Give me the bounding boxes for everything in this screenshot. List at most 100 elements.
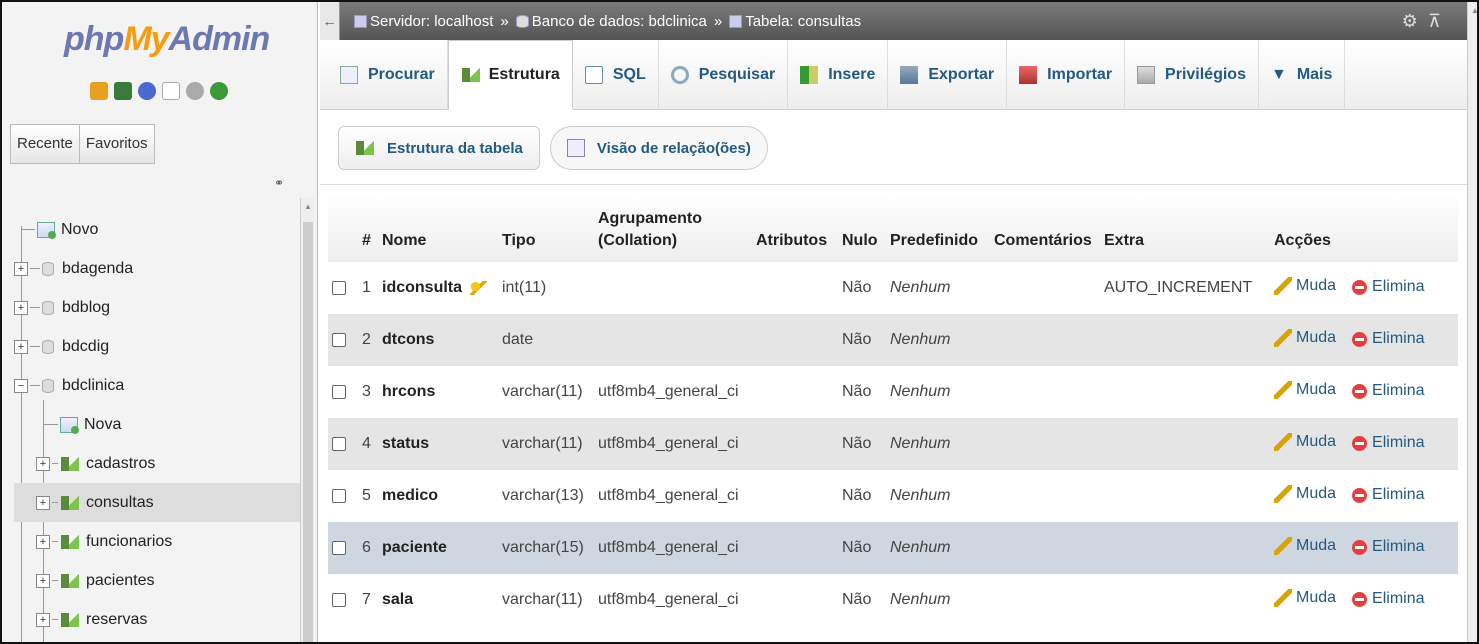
delete-action[interactable]: Elimina [1352,538,1425,556]
field-name[interactable]: status [378,418,498,470]
reload-icon[interactable] [210,82,228,100]
delete-action[interactable]: Elimina [1352,590,1425,608]
phpmyadmin-logo[interactable]: phpMyAdmin [64,20,270,59]
table-structure-button[interactable]: Estrutura da tabela [338,126,540,170]
database-icon [42,261,54,276]
home-icon[interactable] [90,82,108,100]
nav-scrollbar[interactable]: ▲ [300,198,314,642]
tab-estrutura[interactable]: Estrutura [447,40,573,110]
collapse-icon[interactable]: − [14,378,28,393]
field-attributes [752,522,838,574]
relation-view-button[interactable]: Visão de relação(ões) [549,126,768,170]
tree-item-new[interactable]: Novo [14,210,300,249]
link-icon[interactable]: ⚭ [274,176,284,190]
edit-action[interactable]: Muda [1274,380,1336,399]
expand-icon[interactable]: + [14,300,28,315]
tree-item-table[interactable]: + funcionarios [14,522,300,561]
field-name[interactable]: dtcons [378,314,498,366]
row-checkbox[interactable] [332,384,346,399]
tab-importar[interactable]: Importar [1007,40,1126,110]
field-type: varchar(11) [498,418,594,470]
field-null: Não [842,279,872,296]
field-name[interactable]: medico [378,470,498,522]
delete-icon [1352,435,1368,451]
edit-action[interactable]: Muda [1274,484,1336,503]
docs-icon[interactable] [162,82,180,100]
tree-item-db[interactable]: − bdclinica [14,366,300,405]
expand-icon[interactable]: + [36,456,50,471]
field-default: Nenhum [890,487,951,504]
edit-action[interactable]: Muda [1274,588,1336,607]
table-header-row: # Nome Tipo Agrupamento (Collation) Atri… [328,192,1458,262]
field-extra: AUTO_INCREMENT [1104,279,1253,296]
tree-item-db[interactable]: + bdcdig [14,327,300,366]
table-icon [729,14,743,28]
tree-item-db[interactable]: + bdblog [14,288,300,327]
recent-tab[interactable]: Recente [10,124,80,164]
row-checkbox[interactable] [332,592,346,607]
expand-icon[interactable]: + [36,495,50,510]
table-tabs: Procurar Estrutura SQL Pesquisar Insere … [320,40,1477,110]
edit-action[interactable]: Muda [1274,276,1336,295]
minimize-icon[interactable]: ⊼ [1428,11,1451,31]
collapse-nav-button[interactable]: ← [320,2,340,40]
delete-action[interactable]: Elimina [1352,330,1425,348]
row-checkbox[interactable] [332,436,346,451]
sql-icon [584,66,603,84]
row-checkbox[interactable] [332,488,346,503]
expand-icon[interactable]: + [36,612,50,627]
delete-action[interactable]: Elimina [1352,486,1425,504]
tree-item-db[interactable]: + bdagenda [14,249,300,288]
row-checkbox[interactable] [332,540,346,555]
tree-item-table[interactable]: + cadastros [14,444,300,483]
tab-sql[interactable]: SQL [573,40,659,110]
tree-item-new-table[interactable]: Nova [14,405,300,444]
edit-action[interactable]: Muda [1274,328,1336,347]
tab-procurar[interactable]: Procurar [328,40,448,110]
delete-action[interactable]: Elimina [1352,434,1425,452]
tab-exportar[interactable]: Exportar [888,40,1008,110]
tree-item-table[interactable]: + pacientes [14,561,300,600]
tree-item-table[interactable]: + reservas [14,600,300,639]
edit-action[interactable]: Muda [1274,536,1336,555]
row-checkbox[interactable] [332,280,346,295]
main-scrollbar[interactable]: ▲ [1467,2,1477,642]
database-icon[interactable] [114,82,132,100]
server-icon [354,14,367,28]
row-number: 3 [362,383,371,400]
delete-icon [1352,591,1368,607]
edit-action[interactable]: Muda [1274,432,1336,451]
col-header-comments: Comentários [990,192,1100,262]
field-name[interactable]: hrcons [378,366,498,418]
delete-action[interactable]: Elimina [1352,382,1425,400]
expand-icon[interactable]: + [36,534,50,549]
expand-icon[interactable]: + [14,339,28,354]
settings-icon[interactable] [186,82,204,100]
field-name[interactable]: paciente [378,522,498,574]
help-icon[interactable] [138,82,156,100]
field-name[interactable]: idconsulta [378,262,498,314]
col-header-name[interactable]: Nome [378,192,498,262]
database-icon [42,339,54,354]
breadcrumb-server[interactable]: Servidor: localhost [370,13,493,30]
tab-mais[interactable]: ▼ Mais [1259,40,1346,110]
tree-item-table-selected[interactable]: + consultas [14,483,300,522]
insert-icon [800,66,819,84]
expand-icon[interactable]: + [36,573,50,588]
new-icon [37,221,56,239]
tab-insere[interactable]: Insere [788,40,889,110]
settings-icon[interactable]: ⚙ [1402,11,1428,31]
delete-action[interactable]: Elimina [1352,278,1425,296]
pencil-icon [1274,380,1292,399]
tab-pesquisar[interactable]: Pesquisar [659,40,789,110]
main-content: ← Servidor: localhost » Banco de dados: … [320,2,1477,642]
expand-icon[interactable]: + [14,261,28,276]
field-name[interactable]: sala [378,574,498,626]
tab-privilegios[interactable]: Privilégios [1125,40,1259,110]
breadcrumb-database[interactable]: Banco de dados: bdclinica [532,13,707,30]
delete-icon [1352,383,1368,399]
row-checkbox[interactable] [332,332,346,347]
breadcrumb-table[interactable]: Tabela: consultas [745,13,861,30]
pencil-icon [1274,484,1292,503]
favorites-tab[interactable]: Favoritos [79,124,155,164]
